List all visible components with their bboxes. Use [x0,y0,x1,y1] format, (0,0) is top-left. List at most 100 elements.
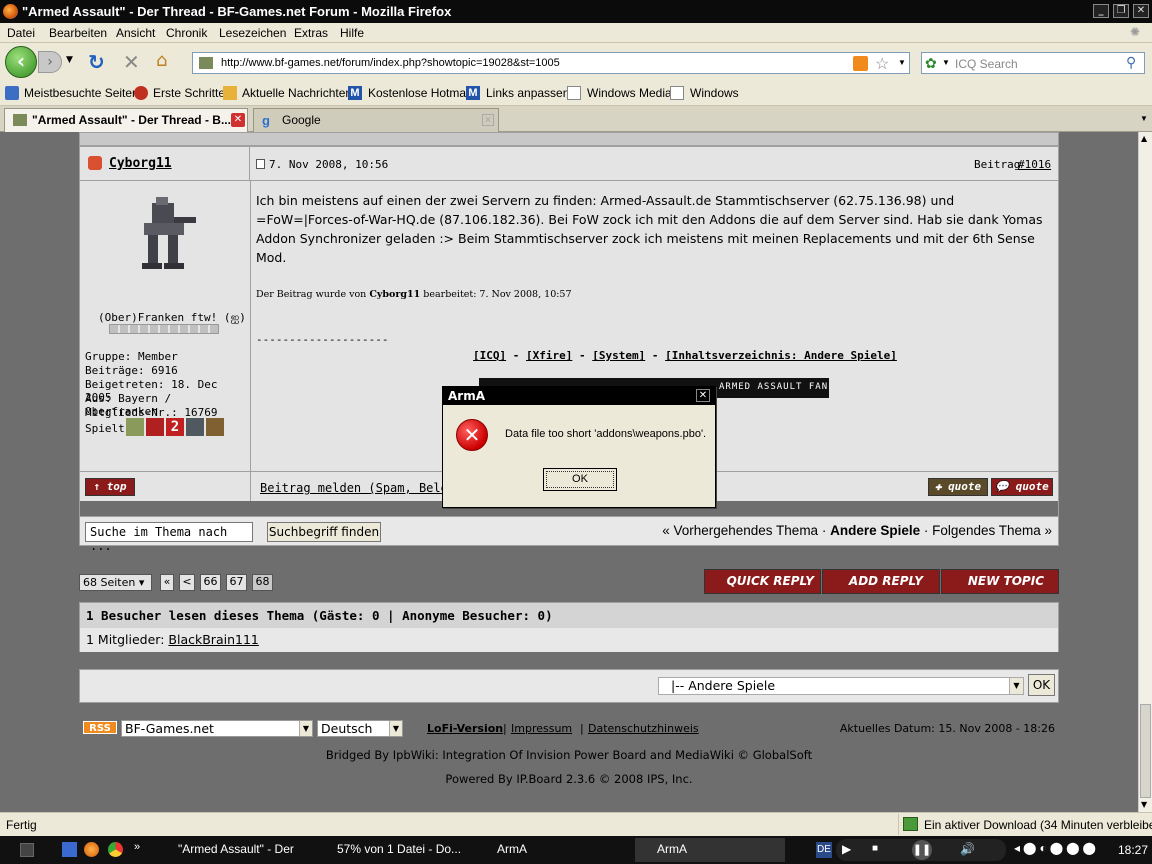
new-topic-button[interactable]: NEW TOPIC [941,569,1059,594]
history-dropdown-icon[interactable]: ▼ [66,55,73,65]
bookmark-star-icon[interactable]: ☆ [875,54,889,74]
thread-search-input[interactable]: Suche im Thema nach ... [85,522,253,553]
first-page-link[interactable]: « [160,574,174,591]
volume-icon[interactable]: 🔊 [960,842,975,856]
sig-link-system[interactable]: [System] [592,349,645,362]
beitrag-number-link[interactable]: #1016 [1018,158,1051,171]
taskbar-item-download[interactable]: 57% von 1 Datei - Do... [315,838,467,862]
rss-feed-icon[interactable] [853,56,868,71]
menu-chronik[interactable]: Chronik [166,26,207,40]
member-link[interactable]: BlackBrain111 [168,632,258,647]
multiquote-button[interactable]: ✚ quote [928,478,988,496]
add-reply-button[interactable]: ADD REPLY [822,569,940,594]
reload-icon[interactable]: ↻ [88,50,105,74]
pause-icon[interactable]: ❚❚ [912,840,932,860]
play-icon[interactable]: ▶ [842,842,851,856]
tab-armed-assault[interactable]: "Armed Assault" - Der Thread - B... ✕ [4,108,248,132]
menu-extras[interactable]: Extras [294,26,328,40]
bookmark-erste-schritte[interactable]: Erste Schritte [153,86,225,100]
bookmark-meistbesuchte[interactable]: Meistbesuchte Seiten [24,86,139,100]
taskbar-item-firefox[interactable]: "Armed Assault" - Der ... [156,838,306,862]
status-bar: Fertig Ein aktiver Download (34 Minuten … [0,812,1152,836]
sig-link-icq[interactable]: [ICQ] [473,349,506,362]
window-titlebar: "Armed Assault" - Der Thread - BF-Games.… [0,0,1152,23]
stop-icon[interactable]: ■ [872,843,878,854]
user-posts: Beiträge: 6916 [85,364,178,377]
google-icon: g [262,113,270,128]
forum-jump-select[interactable]: |-- Andere Spiele ▼ [658,677,1024,695]
page-66-link[interactable]: 66 [200,574,221,591]
thread-search-button[interactable]: Suchbegriff finden [267,522,381,542]
bookmark-kostenlose-hotmail[interactable]: Kostenlose Hotmail [368,86,471,100]
forward-button[interactable]: › [38,51,62,73]
page-67-link[interactable]: 67 [226,574,247,591]
stop-icon[interactable]: ✕ [123,50,140,74]
taskbar-item-arma-active[interactable]: ArmA [635,838,785,862]
quote-button[interactable]: 💬 quote [991,478,1053,496]
taskbar-item-arma[interactable]: ArmA [475,838,625,862]
datenschutz-link[interactable]: Datenschutzhinweis [588,722,699,735]
media-player-controls[interactable]: ▶ ■ ❚❚ 🔊 [836,839,1006,861]
top-button[interactable]: ↑ top [85,478,135,496]
tab-list-dropdown-icon[interactable]: ▼ [1140,114,1148,123]
forum-link[interactable]: Andere Spiele [830,523,920,538]
impressum-link[interactable]: Impressum [511,722,572,735]
skin-select[interactable]: BF-Games.net ▼ [121,720,313,737]
language-indicator[interactable]: DE [816,842,832,858]
pages-dropdown[interactable]: 68 Seiten ▾ [79,574,152,591]
maximize-button[interactable]: ❐ [1113,4,1129,18]
url-text[interactable]: http://www.bf-games.net/forum/index.php?… [221,57,560,69]
prev-thread-link[interactable]: « Vorhergehendes Thema [662,523,818,538]
scroll-down-icon[interactable]: ▼ [1141,800,1147,809]
tray-icons[interactable]: ◂⬤◐⬤⬤⬤ [1014,841,1099,855]
sig-link-xfire[interactable]: [Xfire] [526,349,572,362]
url-bar[interactable]: http://www.bf-games.net/forum/index.php?… [192,52,910,74]
url-dropdown-icon[interactable]: ▼ [898,58,906,67]
tab-bar: "Armed Assault" - Der Thread - B... ✕ g … [0,106,1152,132]
author-name[interactable]: Cyborg11 [109,156,172,171]
search-icon[interactable]: ⚲ [1126,54,1136,71]
vertical-scrollbar[interactable]: ▲ ▼ [1138,132,1152,812]
start-icon[interactable] [20,843,34,857]
search-input[interactable]: ICQ Search [955,57,1018,71]
tab-google[interactable]: g Google ✕ [253,108,499,132]
dialog-ok-button[interactable]: OK [543,468,617,491]
menu-bearbeiten[interactable]: Bearbeiten [49,26,107,40]
next-thread-link[interactable]: Folgendes Thema » [932,523,1052,538]
search-engine-icon[interactable]: ✿ [925,55,937,72]
menu-lesezeichen[interactable]: Lesezeichen [219,26,286,40]
bookmark-windows-media[interactable]: Windows Media [587,86,672,100]
sig-link-inhaltsverzeichnis[interactable]: [Inhaltsverzeichnis: Andere Spiele] [665,349,897,362]
chevron-right-icon[interactable]: » [134,841,140,853]
download-text: Ein aktiver Download (34 Minuten verblei… [924,818,1152,832]
prev-page-link[interactable]: < [179,574,195,591]
menu-datei[interactable]: Datei [7,26,35,40]
forum-jump-ok-button[interactable]: OK [1028,674,1055,696]
home-icon[interactable]: ⌂ [156,50,167,71]
download-status[interactable]: Ein aktiver Download (34 Minuten verblei… [898,814,1152,835]
scroll-up-icon[interactable]: ▲ [1141,134,1147,143]
close-tab-icon[interactable]: ✕ [482,114,494,126]
bookmark-aktuelle-nachrichten[interactable]: Aktuelle Nachrichten [242,86,352,100]
bookmark-links-anpassen[interactable]: Links anpassen [486,86,569,100]
firefox-icon[interactable] [84,842,99,857]
back-button[interactable]: ‹ [5,46,37,78]
close-window-button[interactable]: ✕ [1133,4,1149,18]
menu-ansicht[interactable]: Ansicht [116,26,155,40]
bookmark-windows[interactable]: Windows [690,86,739,100]
language-select[interactable]: Deutsch ▼ [317,720,403,737]
lofi-link[interactable]: LoFi-Version [427,722,503,735]
search-bar[interactable]: ✿ ▼ ICQ Search ⚲ [921,52,1145,74]
close-icon[interactable]: ✕ [696,389,710,402]
scroll-thumb[interactable] [1140,704,1151,798]
quicklaunch-icon[interactable] [62,842,77,857]
quick-reply-button[interactable]: QUICK REPLY [704,569,821,594]
post-date: 7. Nov 2008, 10:56 [269,158,389,171]
rss-badge[interactable]: RSS [83,721,117,734]
menu-hilfe[interactable]: Hilfe [340,26,364,40]
chrome-icon[interactable] [108,842,123,857]
search-engine-dropdown-icon[interactable]: ▼ [942,58,950,67]
close-tab-icon[interactable]: ✕ [231,113,245,127]
minimize-button[interactable]: _ [1093,4,1109,18]
footer-bar: RSS BF-Games.net ▼ Deutsch ▼ LoFi-Versio… [79,718,1059,738]
